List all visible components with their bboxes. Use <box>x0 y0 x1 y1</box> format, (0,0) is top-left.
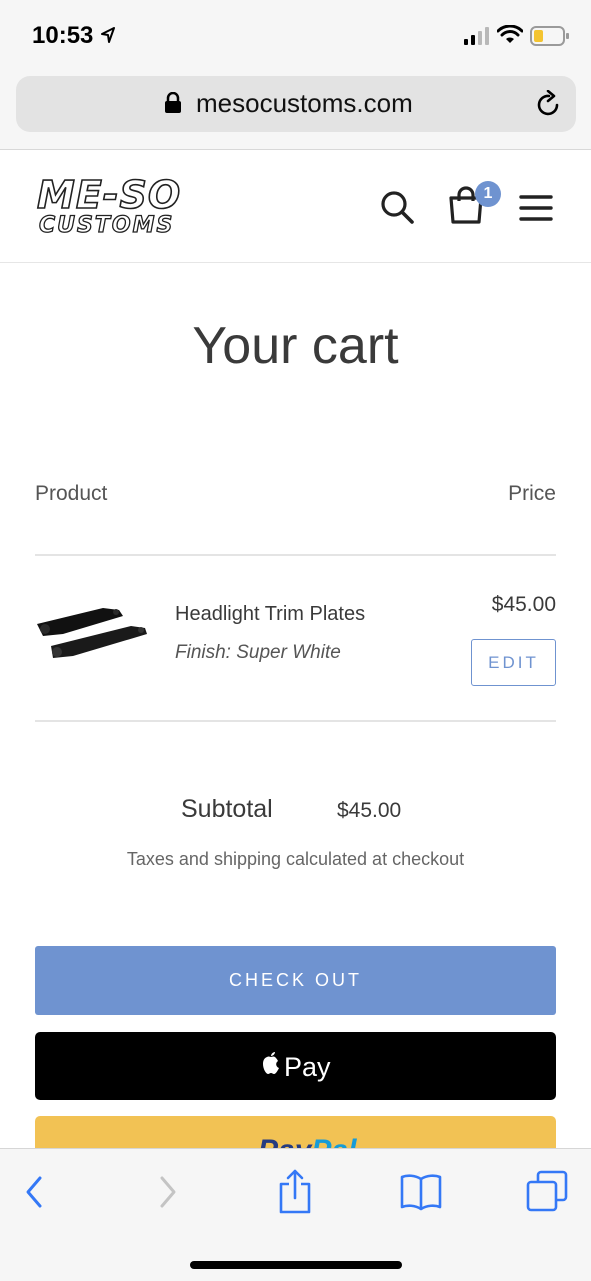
apple-logo-icon <box>263 1052 279 1074</box>
battery-icon <box>530 26 569 46</box>
checkout-button[interactable]: CHECK OUT <box>35 946 556 1015</box>
url-text[interactable]: mesocustoms.com <box>196 88 413 119</box>
cart-item-price: $45.00 <box>491 593 556 616</box>
tax-shipping-note: Taxes and shipping calculated at checkou… <box>126 849 465 869</box>
forward-chevron-icon[interactable] <box>156 1175 178 1209</box>
svg-text:CUSTOMS: CUSTOMS <box>39 213 174 236</box>
price-column-header: Price <box>508 482 556 505</box>
divider <box>35 554 556 556</box>
location-arrow-icon <box>101 27 115 43</box>
bookmarks-book-icon[interactable] <box>400 1173 442 1211</box>
apple-pay-label: Pay <box>284 1052 331 1082</box>
subtotal-label: Subtotal <box>181 795 273 823</box>
divider <box>35 720 556 722</box>
cart-item-finish: Finish: Super White <box>175 642 341 663</box>
search-icon[interactable] <box>380 190 414 224</box>
product-column-header: Product <box>35 482 108 505</box>
page-title: Your cart <box>192 317 399 375</box>
svg-text:ME-SO: ME-SO <box>37 174 181 217</box>
status-time: 10:53 <box>32 22 94 49</box>
cellular-signal-icon <box>464 27 489 45</box>
wifi-icon <box>497 25 523 43</box>
site-logo[interactable]: ME-SO CUSTOMS <box>35 174 229 236</box>
lock-icon <box>165 92 181 113</box>
cart-count-badge[interactable]: 1 <box>475 181 501 207</box>
product-thumbnail[interactable] <box>33 602 151 662</box>
subtotal-value: $45.00 <box>337 799 402 822</box>
home-indicator <box>190 1261 402 1269</box>
edit-item-button[interactable]: EDIT <box>471 639 556 686</box>
reload-icon[interactable] <box>536 90 562 118</box>
back-chevron-icon[interactable] <box>24 1175 46 1209</box>
cart-item-name[interactable]: Headlight Trim Plates <box>175 603 365 626</box>
tabs-overview-icon[interactable] <box>526 1170 568 1212</box>
share-icon[interactable] <box>278 1168 312 1214</box>
hamburger-menu-icon[interactable] <box>519 194 553 222</box>
